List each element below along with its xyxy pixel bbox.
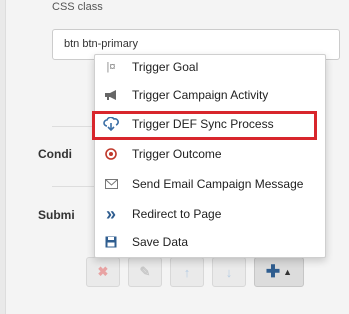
menu-item-save-data[interactable]: Save Data bbox=[95, 230, 325, 254]
plus-icon: ✚ bbox=[265, 262, 281, 281]
menu-item-label: Trigger Outcome bbox=[132, 147, 222, 161]
action-toolbar: ✖ ✎ ↑ ↓ ✚ ▲ bbox=[86, 257, 304, 287]
arrow-up-icon: ↑ bbox=[183, 264, 191, 280]
menu-item-trigger-goal[interactable]: |¤ Trigger Goal bbox=[95, 55, 325, 79]
css-class-label: CSS class bbox=[52, 1, 103, 13]
megaphone-icon bbox=[103, 87, 119, 103]
menu-item-label: Save Data bbox=[132, 235, 189, 249]
envelope-icon bbox=[103, 176, 119, 192]
section-divider bbox=[52, 126, 95, 127]
double-chevron-right-icon: » bbox=[105, 204, 116, 224]
menu-item-trigger-outcome[interactable]: Trigger Outcome bbox=[95, 142, 325, 166]
delete-icon: ✖ bbox=[97, 264, 109, 279]
edit-button[interactable]: ✎ bbox=[128, 257, 162, 287]
menu-item-redirect-to-page[interactable]: » Redirect to Page bbox=[95, 202, 325, 226]
menu-item-label: Send Email Campaign Message bbox=[132, 177, 304, 191]
menu-item-send-email-campaign-message[interactable]: Send Email Campaign Message bbox=[95, 172, 325, 196]
menu-item-label: Trigger Goal bbox=[132, 60, 199, 74]
submit-section-label[interactable]: Submi bbox=[38, 208, 75, 222]
goal-flag-icon: |¤ bbox=[106, 60, 116, 73]
pencil-icon: ✎ bbox=[139, 264, 151, 279]
arrow-down-icon: ↓ bbox=[225, 264, 233, 280]
add-action-menu: |¤ Trigger Goal Trigger Campaign Activit… bbox=[94, 54, 326, 258]
menu-item-label: Trigger Campaign Activity bbox=[132, 88, 269, 102]
floppy-disk-icon bbox=[103, 234, 119, 250]
move-down-button[interactable]: ↓ bbox=[212, 257, 246, 287]
menu-item-trigger-campaign-activity[interactable]: Trigger Campaign Activity bbox=[95, 83, 325, 107]
move-up-button[interactable]: ↑ bbox=[170, 257, 204, 287]
target-icon bbox=[103, 146, 119, 162]
section-divider bbox=[52, 186, 95, 187]
highlight-annotation-box bbox=[92, 111, 317, 140]
conditions-section-label[interactable]: Condi bbox=[38, 147, 72, 161]
delete-button[interactable]: ✖ bbox=[86, 257, 120, 287]
caret-up-icon: ▲ bbox=[283, 267, 293, 277]
add-action-dropdown-button[interactable]: ✚ ▲ bbox=[254, 257, 304, 287]
menu-item-label: Redirect to Page bbox=[132, 207, 222, 221]
